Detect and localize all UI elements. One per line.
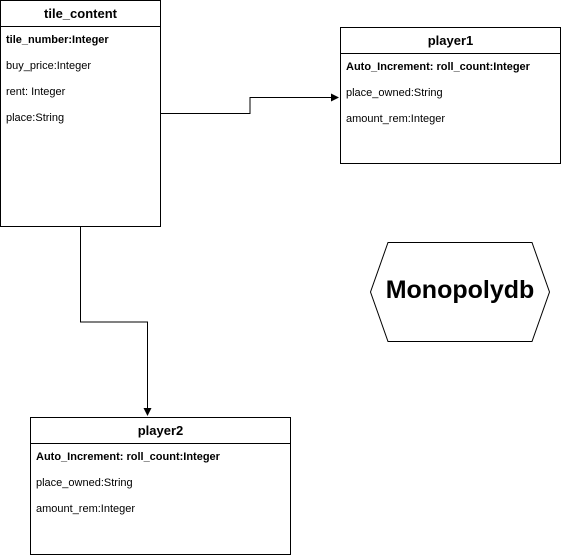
entity-fields: Auto_Increment: roll_count:Integer place… (31, 444, 290, 522)
connector-tile-content-to-player2 (80, 227, 152, 416)
field-rent: rent: Integer (6, 86, 66, 98)
field-amount-rem: amount_rem:Integer (346, 113, 446, 125)
entity-player2[interactable]: player2 Auto_Increment: roll_count:Integ… (30, 417, 291, 555)
entity-fields: Auto_Increment: roll_count:Integer place… (341, 54, 560, 132)
diagram-canvas: tile_content tile_number:Integer buy_pri… (0, 0, 561, 555)
entity-title: player1 (341, 28, 560, 54)
entity-title: tile_content (1, 1, 160, 27)
field-tile-number: tile_number:Integer (6, 34, 109, 46)
entity-title: player2 (31, 418, 290, 444)
entity-fields: tile_number:Integer buy_price:Integer re… (1, 27, 160, 131)
field-place: place:String (6, 112, 65, 124)
database-label: Monopolydb (385, 276, 535, 304)
connector-tile-content-to-player1 (161, 93, 339, 114)
entity-player1[interactable]: player1 Auto_Increment: roll_count:Integ… (340, 27, 561, 164)
field-place-owned: place_owned:String (36, 477, 133, 489)
field-roll-count: Auto_Increment: roll_count:Integer (346, 61, 530, 73)
entity-tile-content[interactable]: tile_content tile_number:Integer buy_pri… (0, 0, 161, 227)
field-amount-rem: amount_rem:Integer (36, 503, 136, 515)
field-place-owned: place_owned:String (346, 87, 443, 99)
field-roll-count: Auto_Increment: roll_count:Integer (36, 451, 220, 463)
database-hexagon[interactable]: Monopolydb (369, 242, 551, 342)
field-buy-price: buy_price:Integer (6, 60, 91, 72)
